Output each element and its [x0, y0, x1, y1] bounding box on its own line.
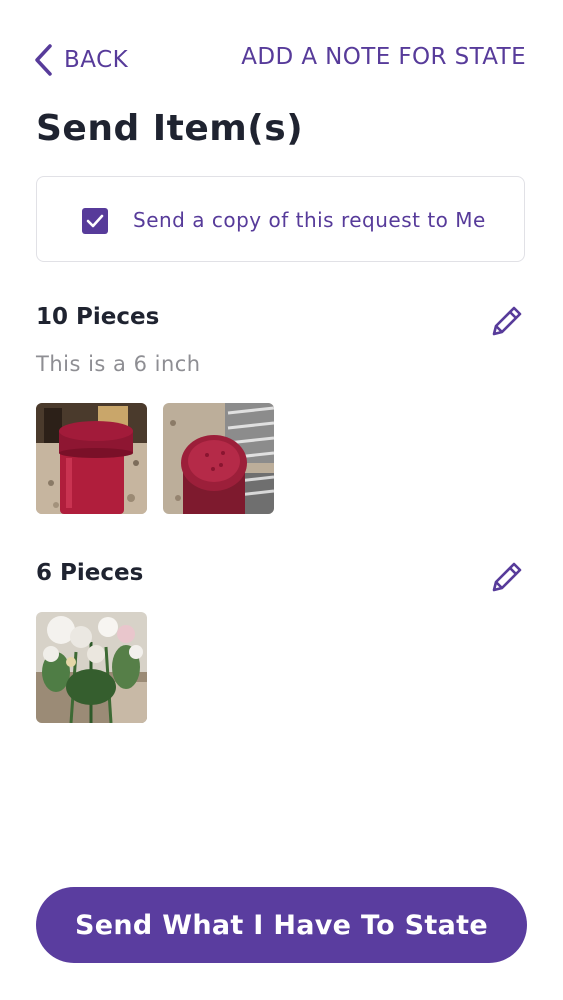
- top-bar: BACK ADD A NOTE FOR STATE: [0, 0, 563, 120]
- item-group: 10 Pieces This is a 6 inch: [36, 304, 526, 519]
- chevron-left-icon: [35, 44, 52, 76]
- red-jar-photo[interactable]: [36, 403, 147, 514]
- back-button[interactable]: BACK: [34, 42, 128, 78]
- group-title: 10 Pieces: [36, 304, 160, 330]
- group-title: 6 Pieces: [36, 560, 144, 586]
- red-jar-top-photo[interactable]: [163, 403, 274, 514]
- item-group: 6 Pieces: [36, 560, 526, 730]
- back-label: BACK: [64, 47, 129, 73]
- copy-request-card: Send a copy of this request to Me: [36, 176, 525, 262]
- edit-group-button[interactable]: [488, 302, 526, 340]
- copy-request-label[interactable]: Send a copy of this request to Me: [133, 208, 486, 232]
- copy-request-checkbox[interactable]: [82, 208, 108, 234]
- flowers-photo[interactable]: [36, 612, 147, 723]
- pencil-icon: [492, 562, 522, 592]
- edit-group-button[interactable]: [488, 558, 526, 596]
- group-description: This is a 6 inch: [36, 352, 201, 376]
- checkmark-icon: [86, 214, 104, 228]
- pencil-icon: [492, 306, 522, 336]
- page-title: Send Item(s): [36, 108, 304, 149]
- add-note-link[interactable]: ADD A NOTE FOR STATE: [241, 44, 526, 70]
- send-to-state-button[interactable]: Send What I Have To State: [36, 887, 527, 963]
